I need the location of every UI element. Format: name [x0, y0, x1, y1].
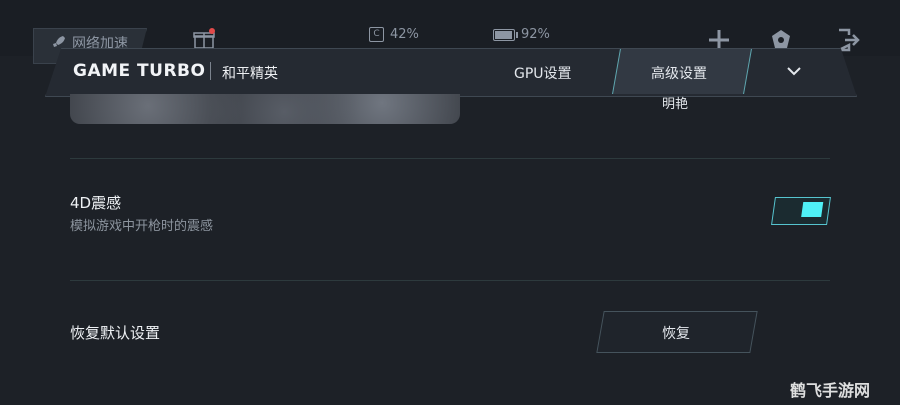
cpu-icon: C [369, 27, 384, 42]
tab-advanced-settings[interactable]: 高级设置 [651, 63, 707, 83]
battery-icon [493, 28, 518, 41]
battery-stat: 92% [493, 27, 550, 42]
divider [70, 158, 830, 159]
haptics-title: 4D震感 [70, 194, 122, 212]
app-brand: GAME TURBO [73, 61, 206, 81]
haptics-toggle[interactable] [771, 197, 831, 225]
haptics-description: 模拟游戏中开枪时的震感 [70, 219, 214, 234]
restore-defaults-title: 恢复默认设置 [70, 324, 161, 342]
chevron-down-icon[interactable] [785, 62, 803, 80]
game-name: 和平精英 [222, 66, 278, 82]
header-divider [210, 62, 211, 80]
rocket-icon [53, 36, 65, 47]
tab-gpu-settings[interactable]: GPU设置 [514, 63, 572, 83]
toggle-knob [801, 202, 824, 217]
preview-image [70, 94, 460, 124]
notification-dot [209, 28, 215, 34]
divider [70, 280, 830, 281]
restore-button-label[interactable]: 恢复 [662, 323, 690, 343]
watermark: 鹤飞手游网 [790, 381, 871, 400]
battery-value: 92% [521, 27, 550, 42]
cpu-value: 42% [390, 27, 419, 42]
cpu-stat: C 42% [369, 27, 419, 42]
color-mode-value: 明艳 [662, 97, 689, 112]
